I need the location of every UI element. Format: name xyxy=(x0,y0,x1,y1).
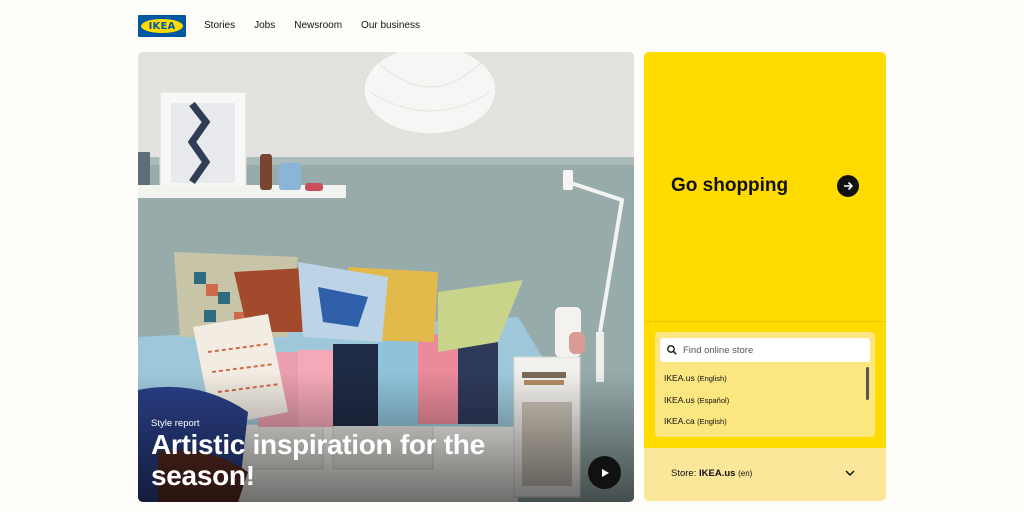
search-icon xyxy=(667,345,677,355)
go-shopping-title[interactable]: Go shopping xyxy=(671,175,788,197)
store-search-input[interactable] xyxy=(683,344,853,356)
current-store-selector[interactable]: Store: IKEA.us (en) xyxy=(644,448,886,501)
store-finder-panel: IKEA.us (English) IKEA.us (Español) IKEA… xyxy=(655,332,875,437)
nav-our-business[interactable]: Our business xyxy=(361,14,420,38)
store-list: IKEA.us (English) IKEA.us (Español) IKEA… xyxy=(664,368,864,433)
hero-kicker: Style report xyxy=(151,418,200,429)
nav-newsroom[interactable]: Newsroom xyxy=(294,14,342,38)
go-shopping-arrow-button[interactable] xyxy=(837,175,859,197)
hero-headline[interactable]: Artistic inspiration for the season! xyxy=(151,429,551,491)
store-search-box[interactable] xyxy=(660,338,870,362)
nav-jobs[interactable]: Jobs xyxy=(254,14,275,38)
logo-text: IKEA xyxy=(148,20,176,32)
store-list-scrollbar[interactable] xyxy=(866,367,869,400)
arrow-right-icon xyxy=(844,181,854,191)
store-option-ikea-us-espanol[interactable]: IKEA.us (Español) xyxy=(664,390,864,412)
chevron-down-icon xyxy=(845,470,855,477)
hero-card[interactable]: Style report Artistic inspiration for th… xyxy=(138,52,634,502)
current-store-label: Store: IKEA.us (en) xyxy=(671,468,753,479)
site-header: IKEA Stories Jobs Newsroom Our business xyxy=(138,14,439,38)
divider xyxy=(644,321,886,322)
main-nav: Stories Jobs Newsroom Our business xyxy=(204,14,439,38)
play-icon xyxy=(601,468,609,477)
go-shopping-card: Go shopping IKEA.us (English) IKEA.us (E… xyxy=(644,52,886,501)
nav-stories[interactable]: Stories xyxy=(204,14,235,38)
store-option-ikea-us-english[interactable]: IKEA.us (English) xyxy=(664,368,864,390)
play-button[interactable] xyxy=(588,456,621,489)
store-option-ikea-ca-english[interactable]: IKEA.ca (English) xyxy=(664,411,864,433)
ikea-logo[interactable]: IKEA xyxy=(138,15,186,37)
